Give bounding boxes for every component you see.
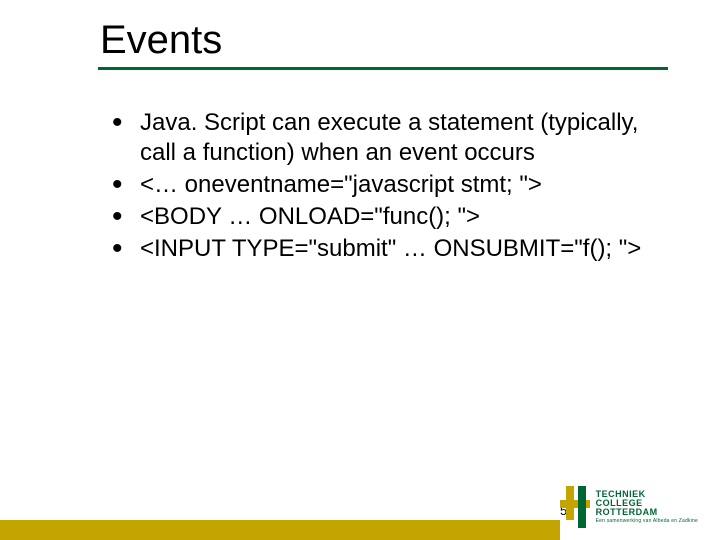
- logo-line: ROTTERDAM: [596, 508, 698, 517]
- content-area: Java. Script can execute a statement (ty…: [0, 70, 720, 264]
- logo-text: TECHNIEK COLLEGE ROTTERDAM Een samenwerk…: [596, 490, 698, 524]
- slide: Events Java. Script can execute a statem…: [0, 0, 720, 540]
- logo-subtitle: Een samenwerking van Albeda en Zadkine: [596, 519, 698, 524]
- bullet-list: Java. Script can execute a statement (ty…: [112, 108, 650, 264]
- bullet-item: <… oneventname="javascript stmt; ">: [112, 170, 650, 200]
- logo: TECHNIEK COLLEGE ROTTERDAM Een samenwerk…: [560, 486, 698, 528]
- bullet-item: <INPUT TYPE="submit" … ONSUBMIT="f(); ">: [112, 234, 650, 264]
- title-area: Events: [0, 0, 720, 63]
- footer-bar: [0, 520, 560, 540]
- logo-icon: [560, 486, 590, 528]
- slide-title: Events: [100, 18, 720, 63]
- bullet-item: <BODY … ONLOAD="func(); ">: [112, 202, 650, 232]
- bullet-item: Java. Script can execute a statement (ty…: [112, 108, 650, 168]
